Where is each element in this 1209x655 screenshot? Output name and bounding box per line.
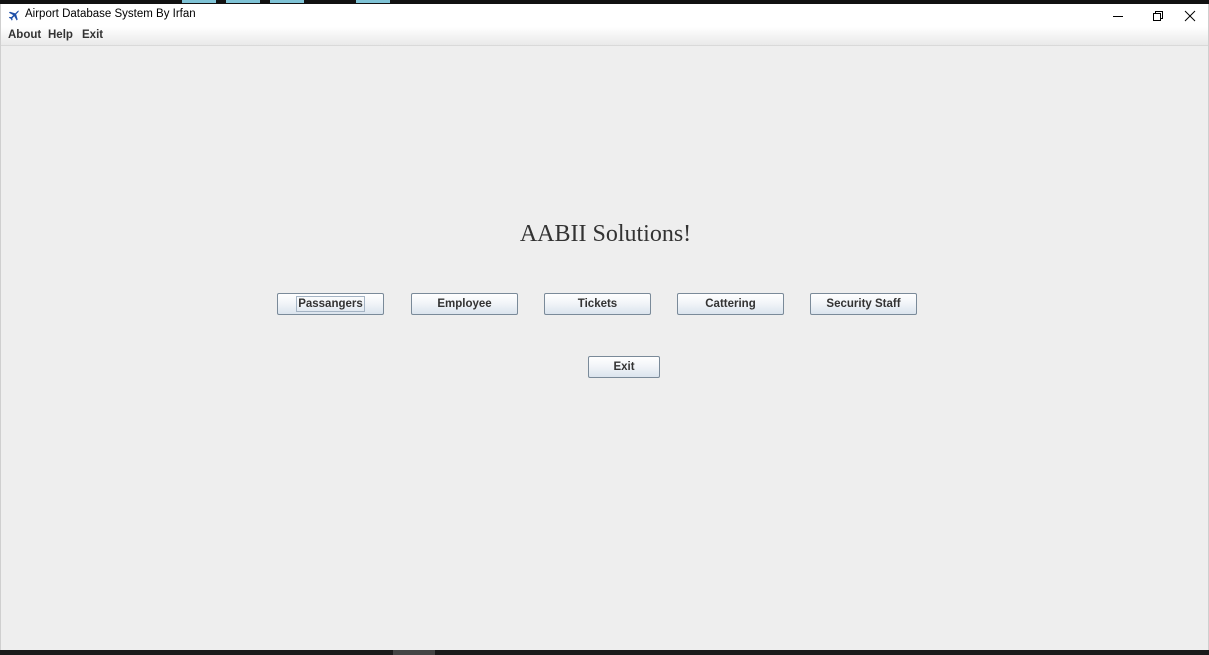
menu-exit[interactable]: Exit xyxy=(82,29,103,41)
taskbar-item-indicator xyxy=(226,0,260,3)
page-title: AABII Solutions! xyxy=(519,221,692,247)
app-window: Airport Database System By Irfan About H… xyxy=(0,4,1209,650)
tickets-button[interactable]: Tickets xyxy=(544,293,651,315)
exit-button[interactable]: Exit xyxy=(588,356,660,378)
taskbar-item-indicator xyxy=(393,650,435,655)
taskbar-item-indicator xyxy=(270,0,304,3)
menu-bar: About Help Exit xyxy=(1,27,1208,46)
taskbar-bottom-edge xyxy=(0,650,1209,655)
passangers-button-label: Passangers xyxy=(296,296,365,312)
taskbar-item-indicator xyxy=(356,0,390,3)
cattering-button[interactable]: Cattering xyxy=(677,293,784,315)
passangers-button[interactable]: Passangers xyxy=(277,293,384,315)
airplane-icon xyxy=(7,8,21,22)
restore-icon xyxy=(1152,10,1164,22)
taskbar-item-indicator xyxy=(182,0,216,3)
title-bar[interactable]: Airport Database System By Irfan xyxy=(1,4,1208,27)
screen: Airport Database System By Irfan About H… xyxy=(0,0,1209,655)
menu-help[interactable]: Help xyxy=(48,29,73,41)
close-button[interactable] xyxy=(1170,4,1209,27)
minimize-icon xyxy=(1112,10,1124,22)
security-staff-button[interactable]: Security Staff xyxy=(810,293,917,315)
main-panel: AABII Solutions! Passangers Employee Tic… xyxy=(1,46,1208,650)
minimize-button[interactable] xyxy=(1098,4,1138,27)
window-title: Airport Database System By Irfan xyxy=(25,8,196,20)
close-icon xyxy=(1184,10,1196,22)
menu-about[interactable]: About xyxy=(8,29,41,41)
employee-button[interactable]: Employee xyxy=(411,293,518,315)
